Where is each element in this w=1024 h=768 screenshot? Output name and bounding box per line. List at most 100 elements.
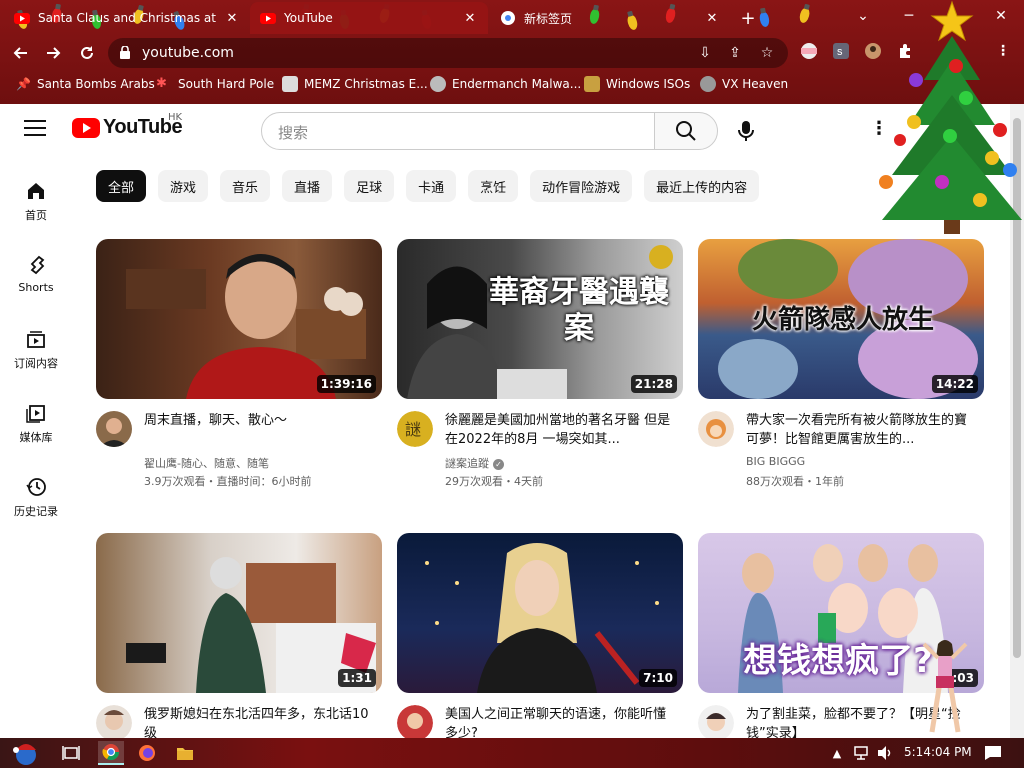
back-button[interactable]	[8, 40, 34, 66]
subscriptions-icon	[27, 331, 45, 348]
video-card[interactable]: 1:31 俄罗斯媳妇在东北活四年多，东北话10级	[96, 533, 382, 738]
bookmark-star-icon[interactable]: ☆	[758, 44, 776, 62]
channel-avatar[interactable]: 謎	[397, 411, 433, 447]
firefox-icon	[139, 745, 155, 761]
video-card[interactable]: 7:10 美国人之间正常聊天的语速，你能听懂多少?	[397, 533, 683, 738]
video-duration: 1:31	[338, 669, 376, 687]
youtube-logo[interactable]: YouTube HK	[72, 112, 183, 139]
tab-title: YouTube	[284, 11, 333, 25]
tab-santa-claus[interactable]: Santa Claus and Christmas at the ✕	[4, 2, 250, 34]
video-title[interactable]: 美国人之间正常聊天的语速，你能听懂多少?	[445, 705, 677, 738]
video-thumbnail[interactable]: 火箭隊感人放生 14:22	[698, 239, 984, 399]
reload-icon	[81, 46, 93, 59]
taskbar-firefox[interactable]	[134, 741, 160, 765]
extension-s-icon[interactable]: s	[832, 42, 850, 60]
shorts-icon	[30, 255, 45, 275]
bookmark-label: South Hard Pole	[178, 77, 275, 91]
video-title[interactable]: 周末直播，聊天、散心～	[144, 411, 376, 430]
bookmark-memz[interactable]: MEMZ Christmas E...	[282, 74, 428, 94]
network-icon[interactable]	[848, 741, 874, 765]
video-thumbnail[interactable]: 1:39:16	[96, 239, 382, 399]
video-card[interactable]: 華裔牙醫遇襲案 21:28 謎 徐麗麗是美國加州當地的著名牙醫 但是在2022年…	[397, 239, 683, 491]
pin-icon: 📌	[16, 77, 31, 91]
guide-item-home[interactable]: 首页	[0, 180, 72, 223]
guide-item-history[interactable]: 历史记录	[0, 476, 72, 519]
reload-button[interactable]	[74, 40, 100, 66]
video-title[interactable]: 俄罗斯媳妇在东北活四年多，东北话10级	[144, 705, 376, 738]
search-button[interactable]	[654, 112, 718, 150]
share-icon[interactable]: ⇪	[726, 44, 744, 62]
dancer-decoration	[922, 640, 968, 733]
address-bar[interactable]: youtube.com ⇩ ⇪ ☆	[108, 38, 788, 68]
channel-avatar[interactable]	[96, 411, 132, 447]
chip-action-adventure[interactable]: 动作冒险游戏	[530, 170, 633, 202]
video-duration: 14:22	[931, 375, 978, 393]
chip-recently-uploaded[interactable]: 最近上传的内容	[644, 170, 760, 202]
chip-all[interactable]: 全部	[96, 170, 147, 202]
bookmark-south-hard-pole[interactable]: ✱ South Hard Pole	[156, 74, 274, 94]
tab-youtube[interactable]: YouTube ✕	[250, 2, 488, 34]
chip-cartoons[interactable]: 卡通	[406, 170, 457, 202]
bookmark-vx-heaven[interactable]: VX Heaven	[700, 74, 788, 94]
memz-favicon-icon	[282, 76, 298, 92]
channel-name[interactable]: 翟山鹰-随心、随意、随笔	[144, 455, 269, 471]
search-input[interactable]: 搜索	[261, 112, 655, 150]
channel-avatar[interactable]	[96, 705, 132, 738]
bookmark-windows-isos[interactable]: Windows ISOs	[584, 74, 690, 94]
task-view-icon	[62, 746, 80, 760]
video-title[interactable]: 帶大家一次看完所有被火箭隊放生的寶可夢！比智館更厲害放生的...	[746, 411, 978, 449]
start-button[interactable]	[8, 741, 44, 765]
guide-item-shorts[interactable]: Shorts	[0, 254, 72, 294]
chip-music[interactable]: 音乐	[220, 170, 271, 202]
video-thumbnail[interactable]: 7:10	[397, 533, 683, 693]
video-thumbnail[interactable]: 1:31	[96, 533, 382, 693]
search-placeholder: 搜索	[278, 124, 309, 142]
taskbar-clock[interactable]: 5:14:04 PM	[904, 745, 972, 759]
taskbar-chrome[interactable]	[98, 741, 124, 765]
guide-item-library[interactable]: 媒体库	[0, 402, 72, 445]
video-thumbnail[interactable]: 華裔牙醫遇襲案 21:28	[397, 239, 683, 399]
voice-search-button[interactable]	[730, 114, 762, 146]
chip-football[interactable]: 足球	[344, 170, 395, 202]
video-card[interactable]: 1:39:16 周末直播，聊天、散心～ 翟山鹰-随心、随意、随笔 3.9万次观看…	[96, 239, 382, 491]
action-center-icon[interactable]	[980, 741, 1006, 765]
video-title[interactable]: 徐麗麗是美國加州當地的著名牙醫 但是在2022年的8月 一場突如其...	[445, 411, 677, 449]
channel-avatar[interactable]	[397, 705, 433, 738]
snowflake-icon: ✱	[156, 76, 167, 91]
tab-new-tab[interactable]: 新标签页 ✕	[490, 2, 730, 34]
chip-live[interactable]: 直播	[282, 170, 333, 202]
bookmark-endermanch[interactable]: Endermanch Malwa...	[430, 74, 581, 94]
thumbnail-overlay-text: 火箭隊感人放生	[751, 305, 934, 335]
chrome-icon	[102, 744, 120, 761]
channel-name[interactable]: BIG BIGGG	[746, 455, 805, 468]
guide-label: Shorts	[18, 281, 54, 294]
forward-button[interactable]	[40, 40, 66, 66]
chip-gaming[interactable]: 游戏	[158, 170, 209, 202]
search-icon	[676, 121, 696, 141]
new-tab-button[interactable]: +	[734, 2, 762, 34]
vx-heaven-favicon-icon	[700, 76, 716, 92]
bookmark-label: Windows ISOs	[606, 77, 691, 91]
chip-cooking[interactable]: 烹饪	[468, 170, 519, 202]
guide-item-subscriptions[interactable]: 订阅内容	[0, 328, 72, 371]
profile-flag-icon[interactable]	[800, 42, 818, 60]
channel-avatar[interactable]	[698, 411, 734, 447]
taskbar-file-explorer[interactable]	[172, 741, 198, 765]
task-view-button[interactable]	[58, 741, 84, 765]
bookmark-santa-bombs[interactable]: 📌 Santa Bombs Arabs	[16, 74, 155, 94]
region-code: HK	[168, 112, 183, 123]
channel-name[interactable]: 謎案追蹤	[445, 457, 489, 470]
show-hidden-icons-button[interactable]: ▲	[824, 741, 850, 765]
video-card[interactable]: 火箭隊感人放生 14:22 帶大家一次看完所有被火箭隊放生的寶可夢！比智館更厲害…	[698, 239, 984, 491]
guide-label: 媒体库	[19, 431, 53, 444]
close-tab-icon[interactable]: ✕	[462, 11, 478, 26]
close-tab-icon[interactable]: ✕	[224, 11, 240, 26]
guide-menu-button[interactable]	[24, 120, 46, 138]
guide-label: 订阅内容	[14, 357, 58, 370]
chrome-favicon-icon	[500, 10, 516, 26]
channel-avatar[interactable]	[698, 705, 734, 738]
install-app-icon[interactable]: ⇩	[696, 44, 714, 62]
volume-icon[interactable]	[872, 741, 898, 765]
bookmark-label: Santa Bombs Arabs	[36, 77, 155, 91]
close-tab-icon[interactable]: ✕	[704, 11, 720, 26]
